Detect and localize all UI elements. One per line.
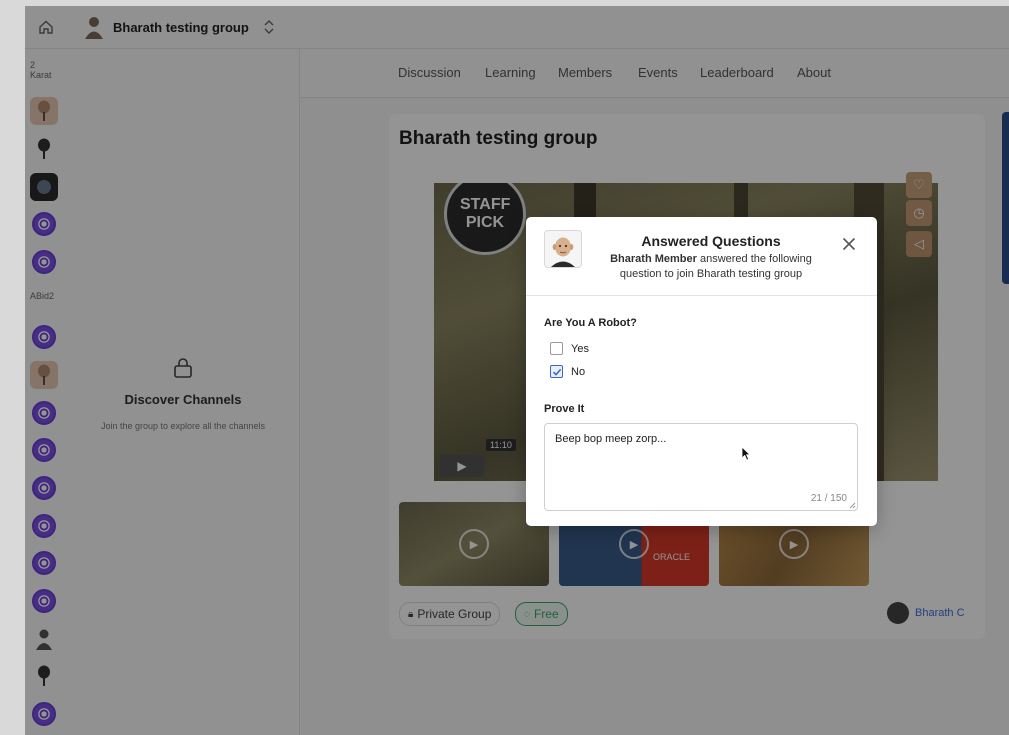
- avatar: [544, 230, 582, 268]
- option-yes-label: Yes: [571, 342, 589, 355]
- modal-title: Answered Questions: [641, 233, 781, 249]
- question-2-label: Prove It: [544, 403, 585, 415]
- window-left-edge: [0, 0, 25, 735]
- option-no[interactable]: No: [550, 365, 585, 378]
- no-checkbox[interactable]: [550, 365, 563, 378]
- mouse-cursor-icon: [741, 446, 751, 461]
- yes-checkbox[interactable]: [550, 342, 563, 355]
- modal-subtitle: Bharath Member answered the following qu…: [606, 252, 816, 282]
- answered-questions-modal: Answered Questions Bharath Member answer…: [526, 217, 877, 526]
- character-counter: 21 / 150: [810, 493, 847, 504]
- close-icon: [842, 237, 856, 251]
- checkmark-icon: [552, 368, 561, 376]
- modal-header: Answered Questions Bharath Member answer…: [526, 217, 877, 296]
- close-button[interactable]: [840, 235, 858, 253]
- option-yes[interactable]: Yes: [550, 342, 589, 355]
- prove-it-textarea[interactable]: Beep bop meep zorp... 21 / 150: [544, 423, 858, 511]
- question-1-label: Are You A Robot?: [544, 317, 637, 329]
- resize-handle-icon[interactable]: [848, 501, 856, 509]
- member-name: Bharath Member: [610, 253, 697, 265]
- prove-it-answer: Beep bop meep zorp...: [555, 433, 667, 445]
- option-no-label: No: [571, 365, 586, 378]
- member-avatar-icon: [551, 237, 575, 267]
